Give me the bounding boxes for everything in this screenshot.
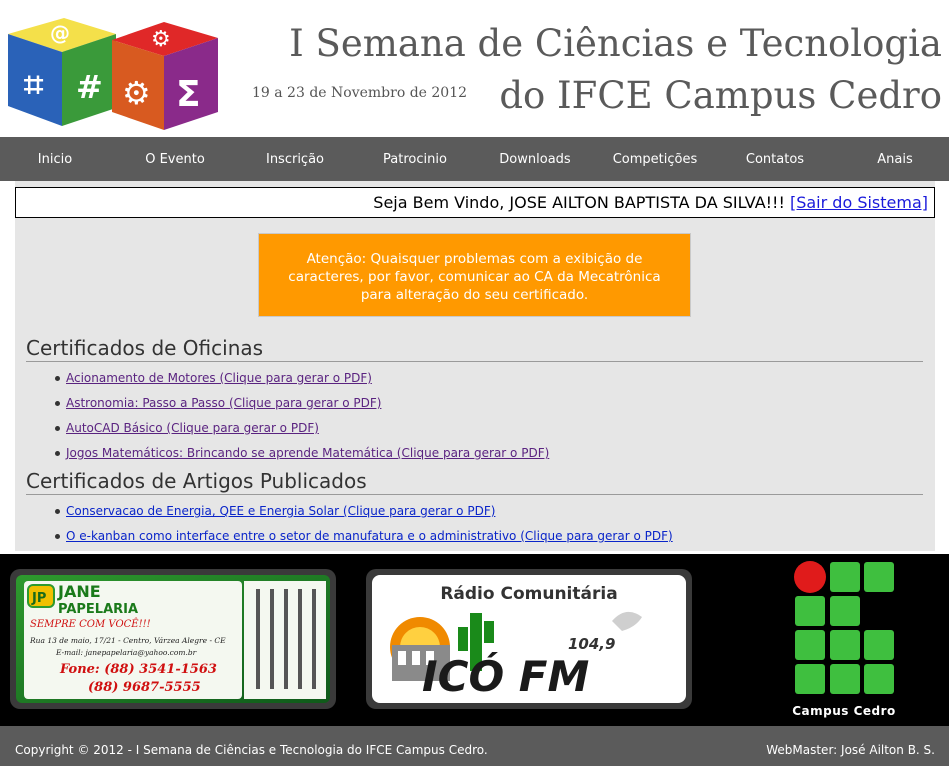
- oficinas-list: Acionamento de Motores (Clique para gera…: [55, 371, 549, 471]
- jane-email: E-mail: janepapelaria@yahoo.com.br: [55, 648, 197, 657]
- nav-item-contatos[interactable]: Contatos: [720, 137, 830, 181]
- radio-name: ICÓ FM: [422, 651, 589, 701]
- svg-text:⌗: ⌗: [24, 65, 44, 105]
- nav-item-patrocinio[interactable]: Patrocinio: [360, 137, 470, 181]
- svg-text:⚙: ⚙: [151, 27, 171, 52]
- svg-text:Σ: Σ: [176, 74, 201, 115]
- notice-box: Atenção: Quaisquer problemas com a exibi…: [258, 233, 691, 317]
- certificate-link[interactable]: Astronomia: Passo a Passo (Clique para g…: [66, 396, 381, 410]
- sponsor-jane-papelaria[interactable]: JP JANE PAPELARIA SEMPRE COM VOCÊ!!! Rua…: [10, 569, 336, 709]
- nav-item-inicio[interactable]: Inicio: [0, 137, 110, 181]
- nav-item-anais[interactable]: Anais: [840, 137, 949, 181]
- ico-fm-banner: Rádio Comunitária 104,9 ICÓ FM: [372, 575, 686, 703]
- certificate-link[interactable]: Acionamento de Motores (Clique para gera…: [66, 371, 372, 385]
- footer-copyright: Copyright © 2012 - I Semana de Ciências …: [15, 743, 488, 757]
- radio-heading: Rádio Comunitária: [440, 584, 617, 604]
- welcome-bar: Seja Bem Vindo, JOSE AILTON BAPTISTA DA …: [15, 187, 935, 218]
- svg-text:@: @: [50, 21, 70, 45]
- jane-slogan: SEMPRE COM VOCÊ!!!: [30, 618, 151, 630]
- event-logo-cubes: @ ⌗ # ⚙ ⚙ Σ: [8, 18, 218, 130]
- jane-phone-1: Fone: (88) 3541-1563: [59, 662, 217, 677]
- site-title: I Semana de Ciências e Tecnologia do IFC…: [289, 18, 942, 122]
- list-item: Conservacao de Energia, QEE e Energia So…: [55, 504, 673, 529]
- radio-frequency: 104,9: [568, 635, 615, 653]
- list-item: AutoCAD Básico (Clique para gerar o PDF): [55, 421, 549, 446]
- site-title-line2: do IFCE Campus Cedro: [499, 74, 942, 117]
- jane-papelaria-banner: JP JANE PAPELARIA SEMPRE COM VOCÊ!!! Rua…: [16, 575, 330, 703]
- list-item: Astronomia: Passo a Passo (Clique para g…: [55, 396, 549, 421]
- oficinas-section-title: Certificados de Oficinas: [26, 336, 923, 362]
- list-item: O e-kanban como interface entre o setor …: [55, 529, 673, 554]
- notice-line-3: para alteração do seu certificado.: [360, 287, 589, 303]
- jane-phone-2: (88) 9687-5555: [88, 680, 201, 695]
- nav-item-competicoes[interactable]: Competições: [600, 137, 710, 181]
- list-item: Acionamento de Motores (Clique para gera…: [55, 371, 549, 396]
- nav-item-o-evento[interactable]: O Evento: [120, 137, 230, 181]
- artigos-section-title: Certificados de Artigos Publicados: [26, 469, 923, 495]
- certificate-link[interactable]: Jogos Matemáticos: Brincando se aprende …: [66, 446, 549, 460]
- notice-line-1: Atenção: Quaisquer problemas com a exibi…: [306, 251, 643, 267]
- certificate-link[interactable]: O e-kanban como interface entre o setor …: [66, 529, 673, 543]
- jane-address: Rua 13 de maio, 17/21 - Centro, Várzea A…: [29, 636, 226, 645]
- svg-text:#: #: [76, 68, 103, 106]
- svg-text:⚙: ⚙: [122, 74, 151, 112]
- nav-item-inscricao[interactable]: Inscrição: [240, 137, 350, 181]
- main-content: Seja Bem Vindo, JOSE AILTON BAPTISTA DA …: [15, 181, 935, 551]
- welcome-greeting: Seja Bem Vindo, JOSE AILTON BAPTISTA DA …: [373, 193, 790, 212]
- site-title-line1: I Semana de Ciências e Tecnologia: [289, 22, 942, 65]
- site-header: @ ⌗ # ⚙ ⚙ Σ 19 a 23 de Novembro de 2012 …: [0, 0, 949, 137]
- jane-name-line2: PAPELARIA: [58, 602, 138, 617]
- certificate-link[interactable]: AutoCAD Básico (Clique para gerar o PDF): [66, 421, 319, 435]
- ifce-caption: Campus Cedro: [792, 704, 896, 718]
- jane-badge: JP: [31, 591, 46, 606]
- ifce-logo-icon: [794, 561, 894, 694]
- sponsors-bar: JP JANE PAPELARIA SEMPRE COM VOCÊ!!! Rua…: [0, 554, 949, 726]
- welcome-message: Seja Bem Vindo, JOSE AILTON BAPTISTA DA …: [373, 193, 928, 212]
- ifce-campus-cedro-logo[interactable]: Campus Cedro: [790, 560, 898, 722]
- notice-line-2: caracteres, por favor, comunicar ao CA d…: [288, 269, 661, 285]
- site-footer: Copyright © 2012 - I Semana de Ciências …: [0, 726, 949, 766]
- certificate-link[interactable]: Conservacao de Energia, QEE e Energia So…: [66, 504, 495, 518]
- footer-webmaster: WebMaster: José Ailton B. S.: [766, 743, 935, 757]
- logout-link[interactable]: [Sair do Sistema]: [790, 193, 928, 212]
- list-item: Jogos Matemáticos: Brincando se aprende …: [55, 446, 549, 471]
- nav-item-downloads[interactable]: Downloads: [480, 137, 590, 181]
- main-nav: Inicio O Evento Inscrição Patrocinio Dow…: [0, 137, 949, 181]
- sponsor-ico-fm[interactable]: Rádio Comunitária 104,9 ICÓ FM: [366, 569, 692, 709]
- jane-name-line1: JANE: [57, 582, 101, 601]
- artigos-list: Conservacao de Energia, QEE e Energia So…: [55, 504, 673, 554]
